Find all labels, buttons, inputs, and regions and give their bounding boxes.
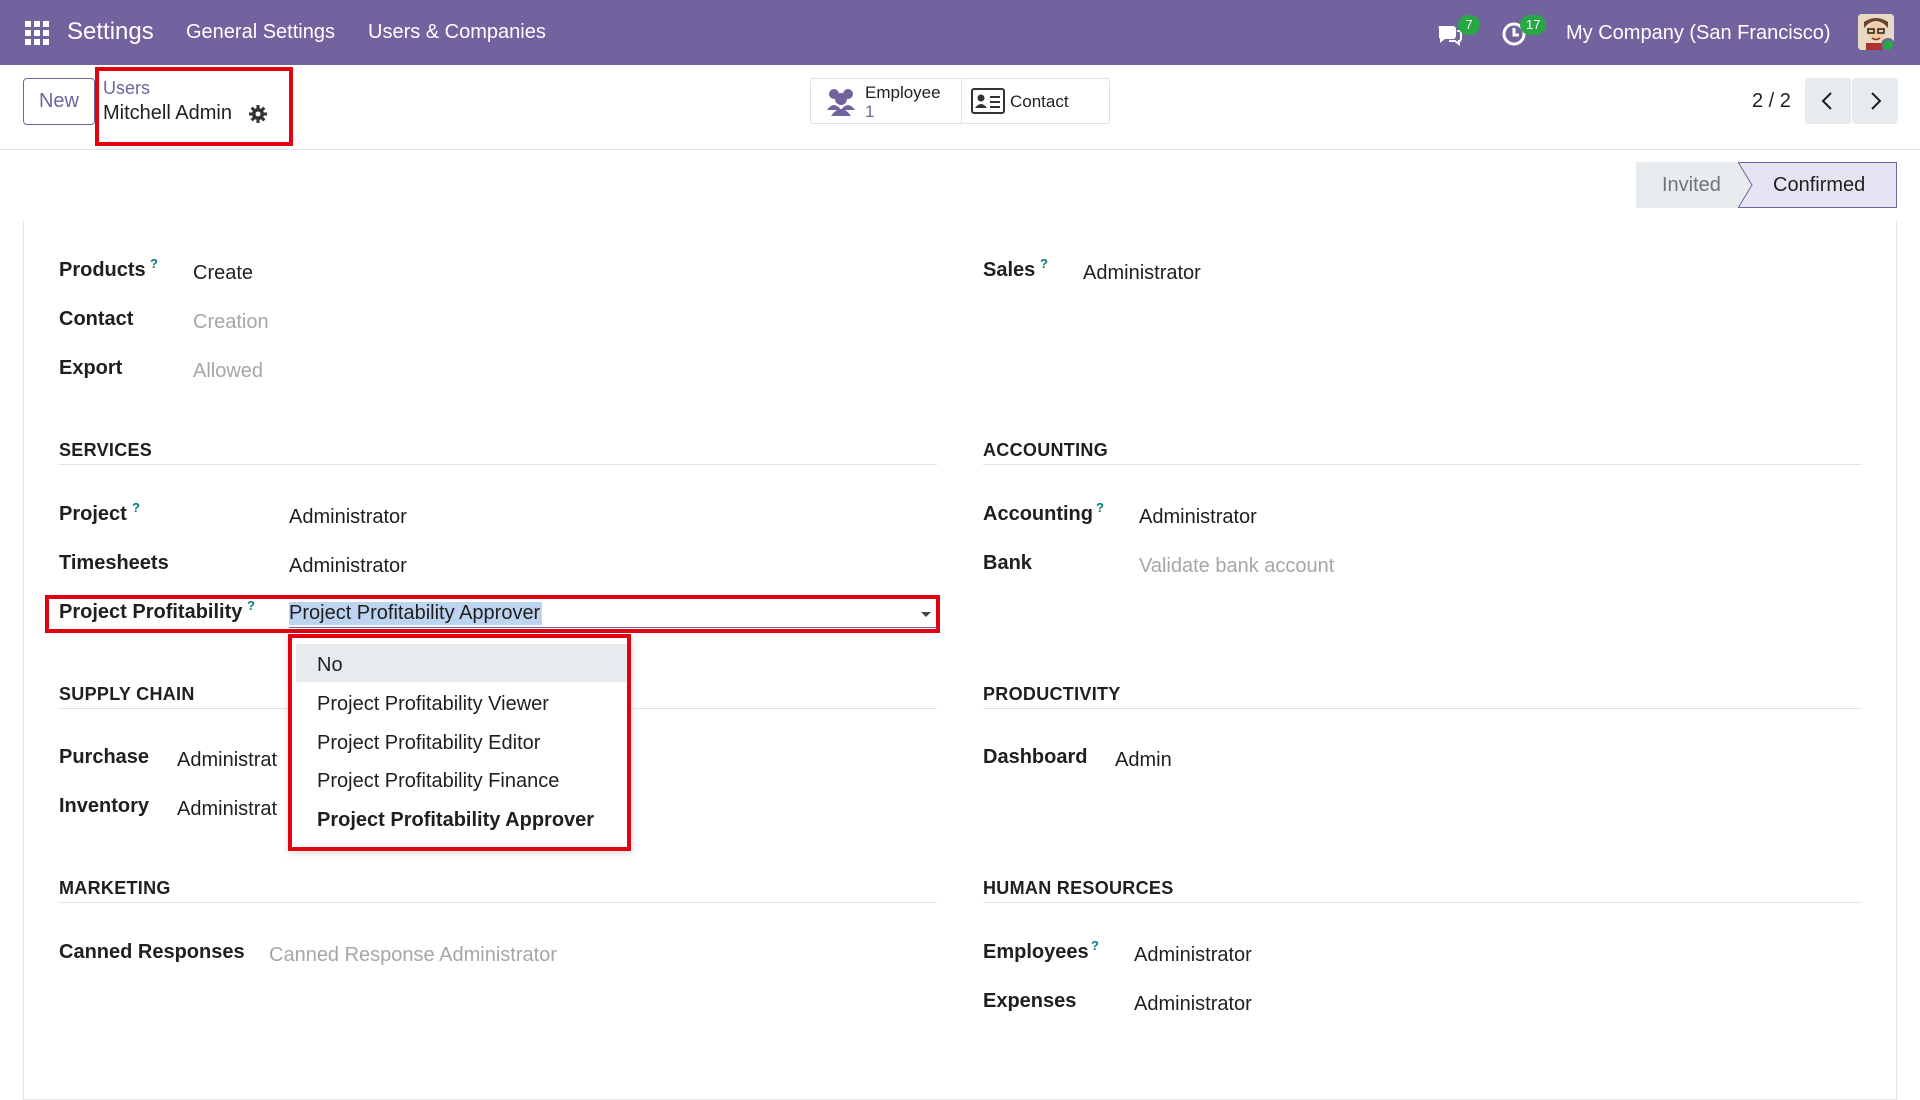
company-switcher[interactable]: My Company (San Francisco) [1566,22,1831,45]
bank-value[interactable]: Validate bank account [1139,555,1334,578]
activities-badge: 17 [1520,15,1547,35]
services-divider [59,464,937,465]
inventory-value[interactable]: Administrat [177,798,277,821]
sales-value[interactable]: Administrator [1083,262,1201,285]
sales-help[interactable]: ? [1040,256,1048,271]
project-label: Project [59,503,127,525]
timesheets-label: Timesheets [59,552,169,574]
supply-chain-title: SUPPLY CHAIN [59,684,195,704]
employee-label: Employee [865,83,941,102]
expenses-label: Expenses [983,990,1077,1012]
human-resources-title: HUMAN RESOURCES [983,878,1174,898]
project-profitability-select[interactable]: Project Profitability Approver [289,602,543,625]
project-value[interactable]: Administrator [289,506,407,529]
employee-count: 1 [865,102,875,121]
menu-users-companies[interactable]: Users & Companies [368,21,546,44]
contact-field-value[interactable]: Creation [193,311,269,334]
smart-buttons: Employee 1 Contact [810,78,1110,124]
contact-field-label: Contact [59,308,134,330]
pager-next-button[interactable] [1852,78,1898,124]
contact-smart-button[interactable]: Contact [962,79,1110,123]
control-panel: New Users Mitchell Admin Employee 1 Cont… [0,65,1920,150]
services-title: SERVICES [59,440,153,460]
users-icon [827,89,855,116]
canned-responses-value[interactable]: Canned Response Administrator [269,944,557,967]
timesheets-value[interactable]: Administrator [289,555,407,578]
products-label: Products [59,259,146,281]
pager-value[interactable]: 2 / 2 [1752,90,1791,113]
sales-label: Sales [983,259,1036,281]
canned-responses-label: Canned Responses [59,941,245,963]
breadcrumb-users[interactable]: Users [103,78,150,99]
caret-down-icon[interactable] [921,612,931,617]
new-button[interactable]: New [23,78,95,125]
chevron-right-icon [1871,92,1882,110]
dropdown-option-finance[interactable]: Project Profitability Finance [317,770,559,793]
accounting-value[interactable]: Administrator [1139,506,1257,529]
dashboard-value[interactable]: Admin [1115,749,1172,772]
chevron-left-icon [1821,92,1832,110]
purchase-label: Purchase [59,746,150,768]
gear-icon[interactable] [248,104,268,124]
project-profitability-dropdown: No Project Profitability Viewer Project … [288,634,631,851]
products-help[interactable]: ? [150,256,158,271]
dropdown-option-no[interactable]: No [317,654,343,677]
employees-help[interactable]: ? [1091,938,1099,953]
presence-indicator [1881,38,1895,52]
accounting-help[interactable]: ? [1096,500,1104,515]
accounting-title: ACCOUNTING [983,440,1108,460]
project-help[interactable]: ? [132,500,140,515]
marketing-divider [59,902,937,903]
accounting-label: Accounting [983,503,1093,525]
inventory-label: Inventory [59,795,150,817]
project-profitability-help[interactable]: ? [247,598,255,613]
top-navbar: Settings General Settings Users & Compan… [0,0,1920,65]
dropdown-hover-row [296,644,627,682]
employee-smart-button[interactable]: Employee 1 [811,79,961,123]
contact-card-icon [971,88,1005,114]
dashboard-label: Dashboard [983,746,1088,768]
export-value[interactable]: Allowed [193,360,263,383]
breadcrumb-current: Mitchell Admin [103,102,232,124]
employees-value[interactable]: Administrator [1134,944,1252,967]
export-label: Export [59,357,123,379]
app-title[interactable]: Settings [67,18,154,46]
dropdown-option-editor[interactable]: Project Profitability Editor [317,732,540,755]
app-menu-icon[interactable] [25,21,49,45]
dropdown-option-viewer[interactable]: Project Profitability Viewer [317,693,549,716]
dropdown-option-approver[interactable]: Project Profitability Approver [317,809,594,832]
employees-label: Employees [983,941,1089,963]
project-profitability-label: Project Profitability [59,601,243,623]
productivity-divider [983,708,1861,709]
human-resources-divider [983,902,1861,903]
accounting-divider [983,464,1861,465]
messages-badge: 7 [1458,15,1480,35]
settings-user-form: Settings General Settings Users & Compan… [0,0,1920,1100]
project-profitability-input-underline [289,627,937,628]
pager-previous-button[interactable] [1805,78,1851,124]
productivity-title: PRODUCTIVITY [983,684,1121,704]
marketing-title: MARKETING [59,878,171,898]
expenses-value[interactable]: Administrator [1134,993,1252,1016]
menu-general-settings[interactable]: General Settings [186,21,335,44]
status-invited[interactable]: Invited [1636,162,1741,208]
purchase-value[interactable]: Administrat [177,749,277,772]
products-value[interactable]: Create [193,262,253,285]
status-arrow-icon [1738,162,1753,208]
bank-label: Bank [983,552,1032,574]
contact-label: Contact [1010,92,1069,111]
